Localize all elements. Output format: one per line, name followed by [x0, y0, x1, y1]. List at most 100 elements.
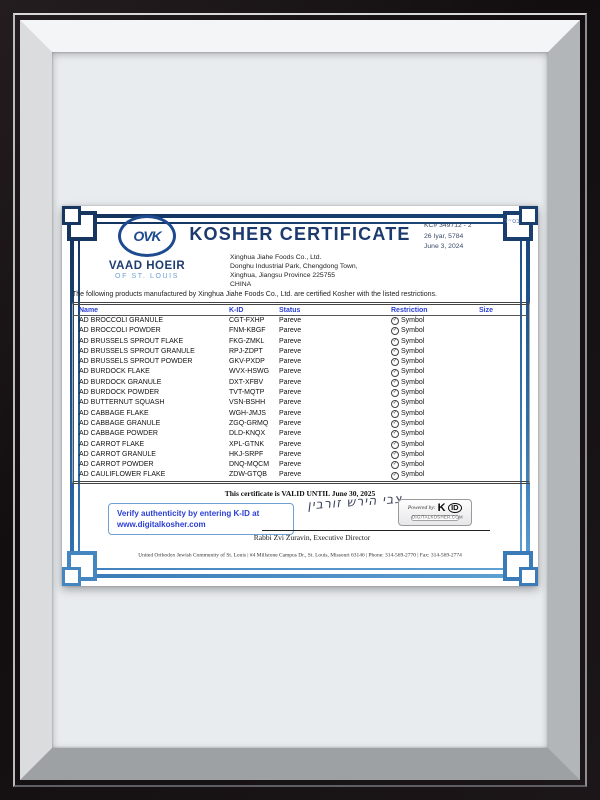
- product-size: [479, 388, 529, 398]
- product-restriction: ✓ Symbol: [391, 337, 479, 347]
- check-circle-icon: ✓: [391, 327, 399, 335]
- check-circle-icon: ✓: [391, 400, 399, 408]
- table-row: AD BUTTERNUT SQUASH VSN-BSHH Pareve ✓ Sy…: [73, 398, 529, 408]
- hebrew-date: 26 Iyar, 5784: [424, 232, 529, 243]
- check-circle-icon: ✓: [391, 410, 399, 418]
- table-row: AD BRUSSELS SPROUT FLAKE FKG-ZMKL Pareve…: [73, 337, 529, 347]
- product-restriction: ✓ Symbol: [391, 429, 479, 439]
- table-row: AD CARROT POWDER DNQ-MQCM Pareve ✓ Symbo…: [73, 460, 529, 470]
- product-status: Pareve: [279, 460, 391, 470]
- header-kid: K-ID: [229, 307, 279, 314]
- product-restriction: ✓ Symbol: [391, 409, 479, 419]
- check-circle-icon: ✓: [391, 317, 399, 325]
- product-name: AD CABBAGE FLAKE: [79, 409, 229, 419]
- product-kid: VSN-BSHH: [229, 398, 279, 408]
- check-circle-icon: ✓: [391, 348, 399, 356]
- product-name: AD BRUSSELS SPROUT GRANULE: [79, 347, 229, 357]
- table-row: AD BROCCOLI GRANULE CGT-FXHP Pareve ✓ Sy…: [73, 316, 529, 326]
- product-size: [479, 357, 529, 367]
- product-name: AD BROCCOLI GRANULE: [79, 316, 229, 326]
- product-name: AD BRUSSELS SPROUT POWDER: [79, 357, 229, 367]
- product-restriction: ✓ Symbol: [391, 450, 479, 460]
- company-address-block: Xinghua Jiahe Foods Co., Ltd. Donghu Ind…: [230, 253, 358, 289]
- product-restriction: ✓ Symbol: [391, 440, 479, 450]
- product-kid: RPJ-ZDPT: [229, 347, 279, 357]
- product-name: AD BROCCOLI POWDER: [79, 326, 229, 336]
- product-status: Pareve: [279, 337, 391, 347]
- table-row: AD BURDOCK POWDER TVT-MQTP Pareve ✓ Symb…: [73, 388, 529, 398]
- table-header-row: Name K-ID Status Restriction Size: [73, 305, 529, 316]
- footer-contact-line: United Orthodox Jewish Community of St. …: [72, 552, 528, 558]
- table-row: AD CAULIFLOWER FLAKE ZDW-GTQB Pareve ✓ S…: [73, 470, 529, 480]
- product-size: [479, 398, 529, 408]
- product-restriction: ✓ Symbol: [391, 398, 479, 408]
- product-size: [479, 378, 529, 388]
- company-country: CHINA: [230, 280, 358, 289]
- header-size: Size: [479, 307, 529, 314]
- product-status: Pareve: [279, 450, 391, 460]
- product-name: AD CABBAGE POWDER: [79, 429, 229, 439]
- powered-by-label: Powered by:: [408, 505, 436, 511]
- table-row: AD CARROT GRANULE HKJ-SRPF Pareve ✓ Symb…: [73, 450, 529, 460]
- product-size: [479, 450, 529, 460]
- check-circle-icon: ✓: [391, 472, 399, 480]
- product-kid: WVX-HSWG: [229, 367, 279, 377]
- check-circle-icon: ✓: [391, 338, 399, 346]
- certificate-title: KOSHER CERTIFICATE: [172, 224, 428, 245]
- header-status: Status: [279, 307, 391, 314]
- signer-name: Rabbi Zvi Zuravin, Executive Director: [192, 533, 432, 542]
- product-status: Pareve: [279, 388, 391, 398]
- product-restriction: ✓ Symbol: [391, 316, 479, 326]
- product-status: Pareve: [279, 429, 391, 439]
- product-name: AD CARROT FLAKE: [79, 440, 229, 450]
- product-kid: HKJ-SRPF: [229, 450, 279, 460]
- product-kid: DXT-XFBV: [229, 378, 279, 388]
- table-row: AD CABBAGE GRANULE ZGQ-GRMQ Pareve ✓ Sym…: [73, 419, 529, 429]
- product-restriction: ✓ Symbol: [391, 419, 479, 429]
- table-row: AD CABBAGE POWDER DLD-KNQX Pareve ✓ Symb…: [73, 429, 529, 439]
- company-address-1: Donghu Industrial Park, Chengdong Town,: [230, 262, 358, 271]
- products-table: Name K-ID Status Restriction Size AD BRO…: [72, 302, 530, 484]
- check-circle-icon: ✓: [391, 441, 399, 449]
- table-row: AD BURDOCK FLAKE WVX-HSWG Pareve ✓ Symbo…: [73, 367, 529, 377]
- digitalkosher-link[interactable]: www.digitalkosher.com: [117, 519, 285, 530]
- product-restriction: ✓ Symbol: [391, 388, 479, 398]
- product-restriction: ✓ Symbol: [391, 470, 479, 480]
- product-size: [479, 460, 529, 470]
- product-status: Pareve: [279, 347, 391, 357]
- header-name: Name: [79, 307, 229, 314]
- product-kid: FNM-KBGF: [229, 326, 279, 336]
- check-circle-icon: ✓: [391, 430, 399, 438]
- product-status: Pareve: [279, 419, 391, 429]
- product-name: AD BURDOCK POWDER: [79, 388, 229, 398]
- product-kid: CGT-FXHP: [229, 316, 279, 326]
- product-name: AD BURDOCK GRANULE: [79, 378, 229, 388]
- product-size: [479, 367, 529, 377]
- kid-powered-badge: Powered by: K ID DigitalKosher.com: [398, 499, 472, 526]
- product-kid: FKG-ZMKL: [229, 337, 279, 347]
- product-name: AD BURDOCK FLAKE: [79, 367, 229, 377]
- product-name: AD CAULIFLOWER FLAKE: [79, 470, 229, 480]
- org-subtitle: OF ST. LOUIS: [82, 273, 212, 280]
- product-size: [479, 440, 529, 450]
- ovk-logo-icon: OVK: [118, 215, 176, 257]
- product-name: AD BUTTERNUT SQUASH: [79, 398, 229, 408]
- product-size: [479, 470, 529, 480]
- check-circle-icon: ✓: [391, 420, 399, 428]
- picture-frame: בס״ד OVK VAAD HOEIR OF ST. LOUIS KOSHER …: [0, 0, 600, 800]
- badge-domain: DigitalKosher.com: [411, 515, 459, 521]
- certificate-number: KC# 349712 - 2: [424, 221, 529, 232]
- product-kid: ZGQ-GRMQ: [229, 419, 279, 429]
- check-circle-icon: ✓: [391, 461, 399, 469]
- table-row: AD BRUSSELS SPROUT POWDER GKV-PXDP Parev…: [73, 357, 529, 367]
- product-status: Pareve: [279, 440, 391, 450]
- product-kid: ZDW-GTQB: [229, 470, 279, 480]
- product-size: [479, 337, 529, 347]
- check-circle-icon: ✓: [391, 379, 399, 387]
- product-name: AD BRUSSELS SPROUT FLAKE: [79, 337, 229, 347]
- product-kid: GKV-PXDP: [229, 357, 279, 367]
- check-circle-icon: ✓: [391, 369, 399, 377]
- product-status: Pareve: [279, 378, 391, 388]
- product-name: AD CABBAGE GRANULE: [79, 419, 229, 429]
- company-address-2: Xinghua, Jiangsu Province 225755: [230, 271, 358, 280]
